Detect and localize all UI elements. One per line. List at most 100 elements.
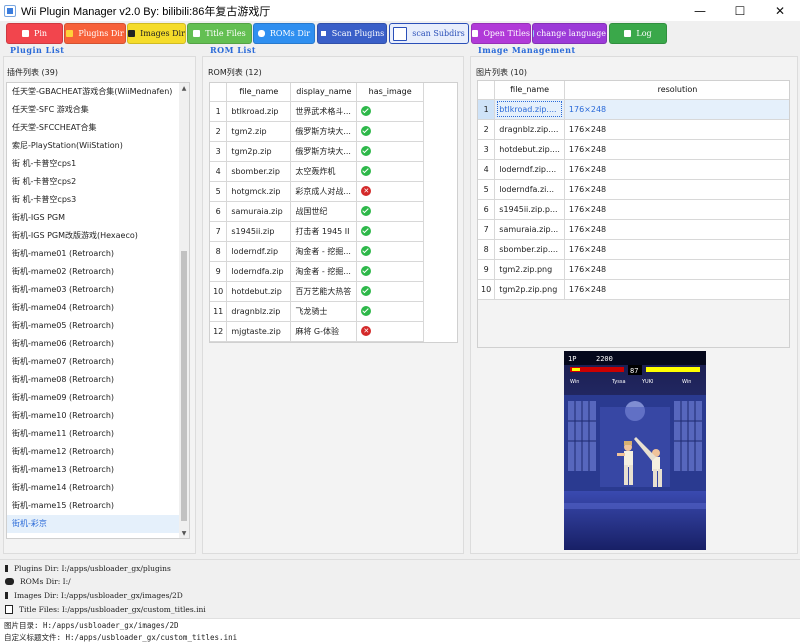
scan-plugins-button[interactable]: Scan Plugins bbox=[317, 23, 387, 44]
row-number[interactable]: 3 bbox=[210, 141, 228, 162]
plugin-list-item[interactable]: 街机-mame07 (Retroarch) bbox=[7, 353, 189, 371]
has-image-cell[interactable] bbox=[356, 161, 424, 182]
has-image-cell[interactable] bbox=[356, 121, 424, 142]
change-language-button[interactable]: change language bbox=[532, 23, 607, 44]
plugin-list-item[interactable]: 街 机-卡普空cps1 bbox=[7, 155, 189, 173]
table-row[interactable]: 6 s1945ii.zip.p... 176×248 bbox=[478, 199, 789, 220]
has-image-cell[interactable] bbox=[356, 101, 424, 122]
file-name-cell[interactable]: tgm2.zip.png bbox=[494, 259, 565, 280]
column-header-file-name[interactable]: file_name bbox=[494, 81, 565, 100]
display-name-cell[interactable]: 彩京成人对战... bbox=[290, 181, 358, 202]
row-number[interactable]: 1 bbox=[478, 99, 496, 120]
plugins-dir-button[interactable]: Plugins Dir bbox=[64, 23, 126, 44]
table-row[interactable]: 9 tgm2.zip.png 176×248 bbox=[478, 259, 789, 280]
resolution-cell[interactable]: 176×248 bbox=[564, 99, 789, 120]
row-number[interactable]: 2 bbox=[210, 121, 228, 142]
file-name-cell[interactable]: samuraia.zip... bbox=[494, 219, 565, 240]
table-row[interactable]: 11 dragnblz.zip 飞龙骑士 bbox=[210, 301, 424, 322]
plugin-list-item[interactable]: 街 机-卡普空cps3 bbox=[7, 191, 189, 209]
row-number[interactable]: 8 bbox=[478, 239, 496, 260]
open-titles-button[interactable]: Open Titles bbox=[471, 23, 531, 44]
resolution-cell[interactable]: 176×248 bbox=[564, 279, 789, 300]
file-name-cell[interactable]: sbomber.zip.... bbox=[494, 239, 565, 260]
plugin-list-item[interactable]: 街机-mame06 (Retroarch) bbox=[7, 335, 189, 353]
plugin-list-item[interactable]: 街机-彩京 bbox=[7, 515, 189, 533]
has-image-cell[interactable] bbox=[356, 141, 424, 162]
file-name-cell[interactable]: mjgtaste.zip bbox=[226, 321, 292, 342]
has-image-cell[interactable] bbox=[356, 281, 424, 302]
row-number[interactable]: 4 bbox=[210, 161, 228, 182]
file-name-cell[interactable]: samuraia.zip bbox=[226, 201, 292, 222]
maximize-button[interactable]: ☐ bbox=[720, 0, 760, 21]
plugin-list-item[interactable]: 任天堂-SFCCHEAT合集 bbox=[7, 119, 189, 137]
display-name-cell[interactable]: 飞龙骑士 bbox=[290, 301, 358, 322]
plugin-list-item[interactable]: 街机-mame08 (Retroarch) bbox=[7, 371, 189, 389]
resolution-cell[interactable]: 176×248 bbox=[564, 139, 789, 160]
table-row[interactable]: 6 samuraia.zip 战国世纪 bbox=[210, 201, 424, 222]
plugin-list-item[interactable]: 索尼-PlayStation(WiiStation) bbox=[7, 137, 189, 155]
file-name-cell[interactable]: hotdebut.zip bbox=[226, 281, 292, 302]
column-header-file-name[interactable]: file_name bbox=[226, 83, 292, 102]
table-row[interactable]: 3 hotdebut.zip.... 176×248 bbox=[478, 139, 789, 160]
file-name-cell[interactable]: dragnblz.zip.... bbox=[494, 119, 565, 140]
table-row[interactable]: 4 sbomber.zip 太空轰炸机 bbox=[210, 161, 424, 182]
table-row[interactable]: 4 loderndf.zip.... 176×248 bbox=[478, 159, 789, 180]
file-name-cell[interactable]: tgm2p.zip bbox=[226, 141, 292, 162]
table-row[interactable]: 1 btlkroad.zip.... 176×248 bbox=[478, 99, 789, 120]
plugin-list-item[interactable]: 街机-mame12 (Retroarch) bbox=[7, 443, 189, 461]
table-row[interactable]: 2 tgm2.zip 俄罗斯方块大... bbox=[210, 121, 424, 142]
row-number[interactable]: 5 bbox=[210, 181, 228, 202]
row-number[interactable]: 11 bbox=[210, 301, 228, 322]
images-dir-button[interactable]: Images Dir bbox=[127, 23, 186, 44]
table-row[interactable]: 3 tgm2p.zip 俄罗斯方块大... bbox=[210, 141, 424, 162]
file-name-cell[interactable]: s1945ii.zip bbox=[226, 221, 292, 242]
plugin-list-item[interactable]: 街机-mame14 (Retroarch) bbox=[7, 479, 189, 497]
resolution-cell[interactable]: 176×248 bbox=[564, 219, 789, 240]
file-name-cell[interactable]: sbomber.zip bbox=[226, 161, 292, 182]
table-row[interactable]: 1 btlkroad.zip 世界武术格斗... bbox=[210, 101, 424, 122]
row-number[interactable]: 1 bbox=[210, 101, 228, 122]
resolution-cell[interactable]: 176×248 bbox=[564, 159, 789, 180]
display-name-cell[interactable]: 俄罗斯方块大... bbox=[290, 141, 358, 162]
log-button[interactable]: Log bbox=[609, 23, 667, 44]
display-name-cell[interactable]: 淘金者 - 挖掘... bbox=[290, 241, 358, 262]
display-name-cell[interactable]: 百万艺能大热答 bbox=[290, 281, 358, 302]
plugin-list-item[interactable]: 街机-mame05 (Retroarch) bbox=[7, 317, 189, 335]
file-name-cell[interactable]: dragnblz.zip bbox=[226, 301, 292, 322]
row-number[interactable]: 8 bbox=[210, 241, 228, 262]
row-number[interactable]: 9 bbox=[478, 259, 496, 280]
rom-table[interactable]: file_name display_name has_image 1 btlkro… bbox=[209, 82, 458, 343]
plugin-list-item[interactable]: 街机-mame15 (Retroarch) bbox=[7, 497, 189, 515]
plugin-list[interactable]: 任天堂-GBACHEAT游戏合集(WiiMednafen) 任天堂-SFC 游戏合… bbox=[6, 82, 190, 539]
table-row[interactable]: 8 sbomber.zip.... 176×248 bbox=[478, 239, 789, 260]
row-number[interactable]: 7 bbox=[210, 221, 228, 242]
row-number[interactable]: 6 bbox=[210, 201, 228, 222]
plugin-list-item[interactable]: 街机-mame04 (Retroarch) bbox=[7, 299, 189, 317]
plugin-list-item[interactable]: 任天堂-SFC 游戏合集 bbox=[7, 101, 189, 119]
plugin-list-item[interactable]: 街机-IGS PGM改版游戏(Hexaeco) bbox=[7, 227, 189, 245]
file-name-cell[interactable]: loderndf.zip bbox=[226, 241, 292, 262]
table-row[interactable]: 8 loderndf.zip 淘金者 - 挖掘... bbox=[210, 241, 424, 262]
plugin-list-item[interactable]: 街机-mame10 (Retroarch) bbox=[7, 407, 189, 425]
row-number[interactable]: 10 bbox=[210, 281, 228, 302]
display-name-cell[interactable]: 打击者 1945 II bbox=[290, 221, 358, 242]
file-name-cell[interactable]: tgm2p.zip.png bbox=[494, 279, 565, 300]
file-name-cell[interactable]: hotdebut.zip.... bbox=[494, 139, 565, 160]
display-name-cell[interactable]: 战国世纪 bbox=[290, 201, 358, 222]
row-number[interactable]: 9 bbox=[210, 261, 228, 282]
table-row[interactable]: 7 samuraia.zip... 176×248 bbox=[478, 219, 789, 240]
pin-button[interactable]: Pin bbox=[6, 23, 63, 44]
table-row[interactable]: 5 hotgmck.zip 彩京成人对战... ✕ bbox=[210, 181, 424, 202]
file-name-cell[interactable]: tgm2.zip bbox=[226, 121, 292, 142]
scroll-up-arrow-icon[interactable]: ▲ bbox=[179, 83, 189, 93]
has-image-cell[interactable] bbox=[356, 201, 424, 222]
file-name-cell[interactable]: loderndf.zip.... bbox=[494, 159, 565, 180]
column-header-display-name[interactable]: display_name bbox=[290, 83, 358, 102]
display-name-cell[interactable]: 俄罗斯方块大... bbox=[290, 121, 358, 142]
resolution-cell[interactable]: 176×248 bbox=[564, 199, 789, 220]
table-row[interactable]: 7 s1945ii.zip 打击者 1945 II bbox=[210, 221, 424, 242]
has-image-cell[interactable]: ✕ bbox=[356, 321, 424, 342]
column-header-resolution[interactable]: resolution bbox=[564, 81, 789, 100]
row-number[interactable]: 5 bbox=[478, 179, 496, 200]
resolution-cell[interactable]: 176×248 bbox=[564, 179, 789, 200]
